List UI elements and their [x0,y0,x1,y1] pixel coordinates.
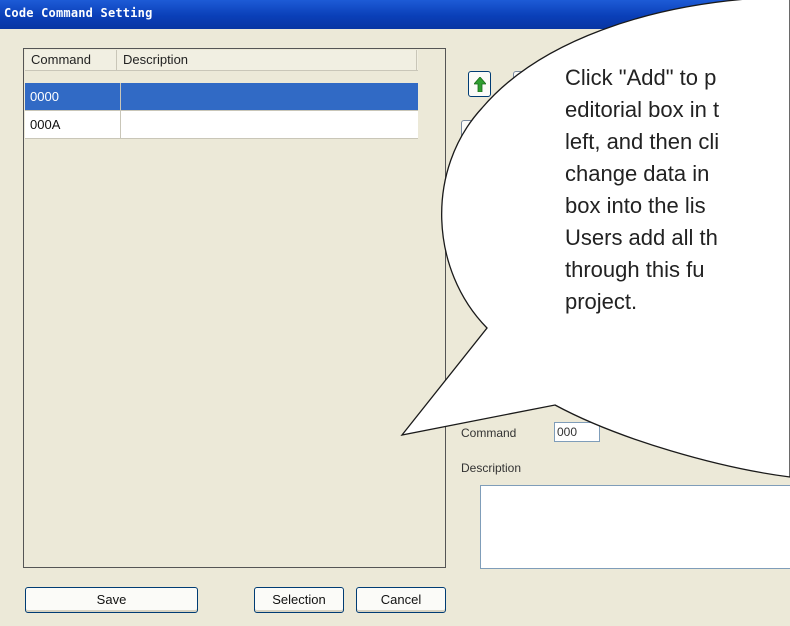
callout-line: box into the lis [565,193,706,218]
callout-overlay: Click "Add" to p editorial box in t left… [0,0,790,626]
callout-line: left, and then cli [565,129,720,154]
callout-text: Click "Add" to p editorial box in t left… [565,62,790,318]
callout-line: through this fu [565,257,705,282]
callout-line: project. [565,289,638,314]
callout-line: change data in [565,161,710,186]
callout-line: Click "Add" to p [565,65,717,90]
callout-line: editorial box in t [565,97,720,122]
callout-line: Users add all th [565,225,718,250]
